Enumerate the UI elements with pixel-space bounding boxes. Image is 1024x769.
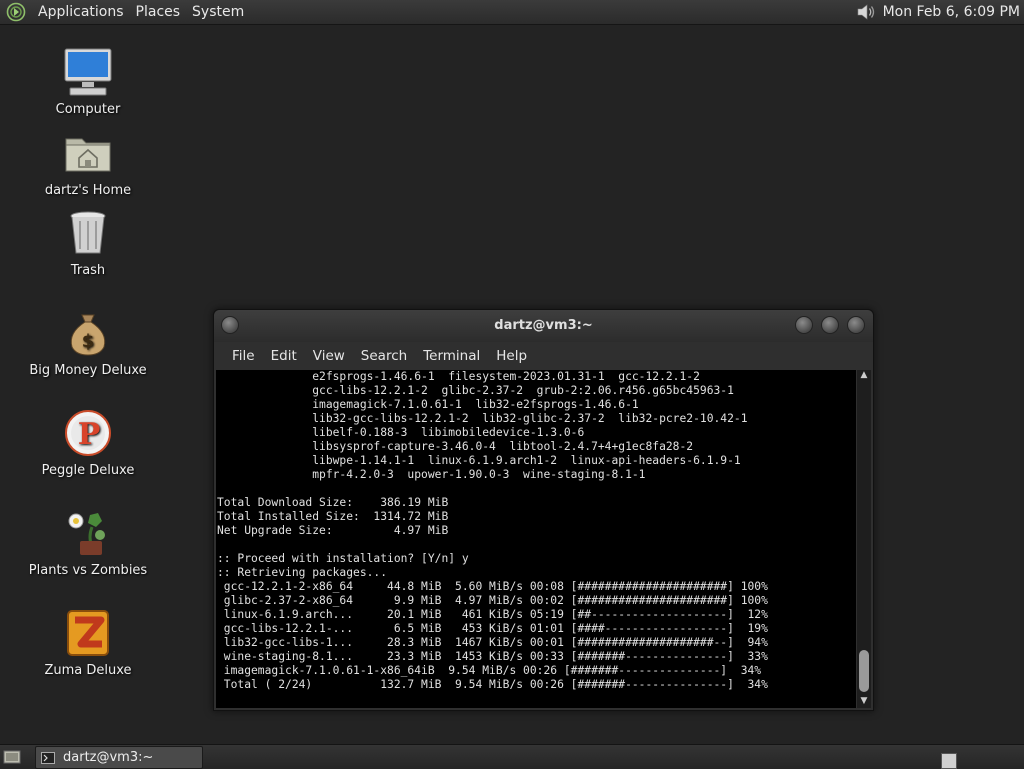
- bottom-panel: dartz@vm3:~: [0, 744, 1024, 769]
- svg-text:P: P: [78, 417, 101, 452]
- show-desktop-icon[interactable]: [3, 748, 21, 766]
- terminal-output: e2fsprogs-1.46.6-1 filesystem-2023.01.31…: [217, 370, 768, 691]
- menu-file[interactable]: File: [224, 348, 263, 364]
- menu-search[interactable]: Search: [353, 348, 415, 364]
- system-menu[interactable]: System: [186, 4, 250, 20]
- volume-icon[interactable]: [855, 2, 877, 22]
- panel-tray: Mon Feb 6, 6:09 PM: [855, 0, 1020, 24]
- main-menu-logo-icon[interactable]: [6, 2, 26, 22]
- window-titlebar[interactable]: dartz@vm3:~: [214, 310, 873, 342]
- scroll-down-arrow-icon[interactable]: ▼: [857, 696, 871, 708]
- menu-edit[interactable]: Edit: [263, 348, 305, 364]
- menu-view[interactable]: View: [305, 348, 353, 364]
- terminal-output-area[interactable]: e2fsprogs-1.46.6-1 filesystem-2023.01.31…: [216, 370, 856, 708]
- close-button[interactable]: [847, 316, 865, 334]
- desktop-icon-home[interactable]: dartz's Home: [18, 127, 158, 198]
- menu-terminal[interactable]: Terminal: [415, 348, 488, 364]
- taskbar-window-button[interactable]: dartz@vm3:~: [35, 746, 203, 769]
- scroll-thumb[interactable]: [859, 650, 869, 692]
- window-title: dartz@vm3:~: [494, 318, 593, 333]
- desktop-icon-pvz[interactable]: Plants vs Zombies: [18, 507, 158, 578]
- peggle-icon: P: [65, 410, 111, 456]
- menu-help[interactable]: Help: [488, 348, 535, 364]
- desktop-icon-label: dartz's Home: [44, 183, 132, 198]
- maximize-button[interactable]: [821, 316, 839, 334]
- terminal-menubar: File Edit View Search Terminal Help: [214, 342, 873, 370]
- desktop-icon-label: Computer: [55, 102, 121, 117]
- clock[interactable]: Mon Feb 6, 6:09 PM: [883, 4, 1020, 20]
- plants-vs-zombies-icon: [68, 513, 105, 555]
- terminal-icon: [41, 751, 55, 764]
- applications-menu[interactable]: Applications: [32, 4, 130, 20]
- zuma-icon: [67, 610, 109, 656]
- home-folder-icon: [65, 138, 111, 172]
- desktop-icon-label: Trash: [70, 263, 106, 278]
- desktop-icon-trash[interactable]: Trash: [18, 207, 158, 278]
- svg-text:$: $: [82, 331, 95, 352]
- desktop-icon-label: Zuma Deluxe: [44, 663, 132, 678]
- desktop-icon-label: Plants vs Zombies: [28, 563, 148, 578]
- money-bag-icon: $: [70, 314, 106, 356]
- taskbar-window-label: dartz@vm3:~: [63, 750, 154, 765]
- top-panel: Applications Places System Mon Feb 6, 6:…: [0, 0, 1024, 25]
- scroll-up-arrow-icon[interactable]: ▲: [857, 370, 871, 382]
- desktop-icon-computer[interactable]: Computer: [18, 46, 158, 117]
- desktop-icon-zuma[interactable]: Zuma Deluxe: [18, 607, 158, 678]
- minimize-button[interactable]: [795, 316, 813, 334]
- desktop-icon-label: Big Money Deluxe: [29, 363, 147, 378]
- workspace-switcher[interactable]: [941, 753, 957, 769]
- computer-icon: [64, 48, 112, 96]
- trash-icon: [70, 211, 106, 254]
- places-menu[interactable]: Places: [130, 4, 187, 20]
- desktop-icon-label: Peggle Deluxe: [41, 463, 135, 478]
- terminal-window[interactable]: dartz@vm3:~ File Edit View Search Termin…: [213, 309, 874, 711]
- terminal-scrollbar[interactable]: ▲ ▼: [857, 370, 871, 708]
- desktop-icon-peggle[interactable]: P Peggle Deluxe: [18, 407, 158, 478]
- desktop-icon-big-money[interactable]: $ Big Money Deluxe: [18, 307, 158, 378]
